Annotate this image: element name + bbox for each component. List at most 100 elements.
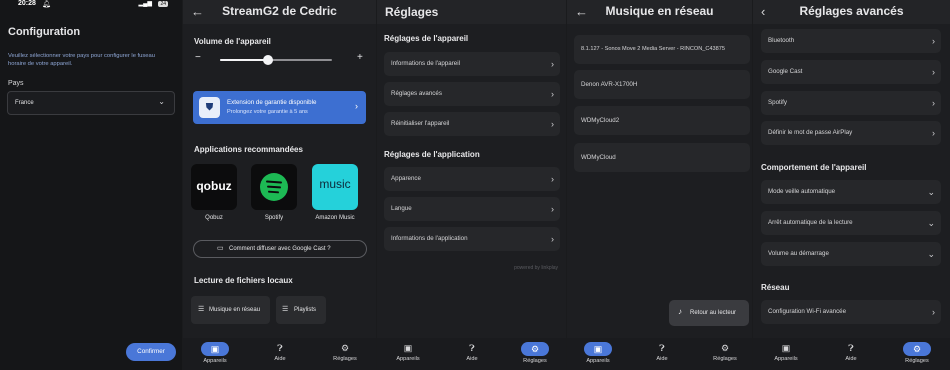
warranty-banner[interactable]: ⛊ Extension de garantie disponible Prolo… <box>193 91 366 124</box>
chevron-right-icon: › <box>355 101 358 111</box>
nav-devices[interactable]: ▣ Appareils <box>195 342 235 364</box>
app-label-qobuz: Qobuz <box>205 215 223 221</box>
advanced-item-airplay-password[interactable]: Définir le mot de passe AirPlay › <box>761 121 941 145</box>
powered-by: powered by linkplay <box>514 265 558 271</box>
chevron-down-icon: ⌄ <box>927 218 935 228</box>
gear-icon: ⚙ <box>521 342 549 356</box>
bottom-nav: ▣ Appareils ❓︎ Aide ⚙ Réglages <box>377 338 566 370</box>
volume-thumb[interactable] <box>263 55 273 65</box>
advanced-item-bluetooth[interactable]: Bluetooth › <box>761 29 941 53</box>
settings-item-language[interactable]: Langue › <box>384 197 560 221</box>
nav-settings[interactable]: ⚙ Réglages <box>325 342 365 362</box>
server-label: Denon AVR-X1700H <box>581 81 638 88</box>
volume-fill <box>220 59 268 61</box>
header: ← StreamG2 de Cedric <box>183 0 376 24</box>
bottom-nav: ▣ Appareils ❓︎ Aide ⚙ Réglages <box>567 338 752 370</box>
settings-item-reset[interactable]: Réinitialiser l'appareil › <box>384 112 560 136</box>
app-tile-spotify[interactable] <box>251 164 297 210</box>
settings-item-appearance[interactable]: Apparence › <box>384 167 560 191</box>
item-label: Définir le mot de passe AirPlay <box>768 129 853 136</box>
nav-help[interactable]: ❓︎ Aide <box>642 342 682 362</box>
app-tile-qobuz[interactable]: qobuz <box>191 164 237 210</box>
device-home-screen: ← StreamG2 de Cedric Volume de l'apparei… <box>183 0 376 370</box>
chevron-right-icon: › <box>932 307 935 317</box>
wifi-icon: ▂▄▆ <box>138 1 152 7</box>
country-description: Veuillez sélectionner votre pays pour co… <box>8 53 155 67</box>
confirm-button[interactable]: Confirmer <box>126 343 176 361</box>
nav-devices[interactable]: ▣ Appareils <box>578 342 618 364</box>
nav-help-label: Aide <box>274 356 286 362</box>
app-tile-amazon-music[interactable]: music <box>312 164 358 210</box>
page-title: Réglages <box>385 5 439 19</box>
local-files-title: Lecture de fichiers locaux <box>194 276 293 285</box>
volume-slider[interactable]: − + <box>195 52 369 66</box>
server-label: 8.1.127 - Sonos Move 2 Media Server - RI… <box>581 46 725 52</box>
back-to-player-label: Retour au lecteur <box>690 310 737 316</box>
app-label-spotify: Spotify <box>264 215 284 221</box>
google-cast-help-button[interactable]: ▭ Comment diffuser avec Google Cast ? <box>193 240 367 258</box>
item-label: Réglages avancés <box>391 90 442 97</box>
help-icon: ❓︎ <box>659 343 665 353</box>
chevron-down-icon: ⌄ <box>927 249 935 259</box>
playlists-button[interactable]: ☰ Playlists <box>276 296 326 324</box>
nav-settings[interactable]: ⚙ Réglages <box>515 342 555 364</box>
warranty-subtitle: Prolongez votre garantie à 5 ans <box>227 109 308 115</box>
settings-item-app-info[interactable]: Informations de l'application › <box>384 227 560 251</box>
advanced-item-spotify[interactable]: Spotify › <box>761 91 941 115</box>
item-label: Bluetooth <box>768 37 795 44</box>
gear-icon: ⚙ <box>720 343 730 353</box>
app-label-amazon-music: Amazon Music <box>315 215 355 221</box>
advanced-item-startup-volume[interactable]: Volume au démarrage ⌄ <box>761 242 941 266</box>
behavior-section-title: Comportement de l'appareil <box>761 163 867 172</box>
chevron-right-icon: › <box>551 174 554 184</box>
bottom-nav: ▣ Appareils ❓︎ Aide ⚙ Réglages <box>183 338 376 370</box>
help-icon: ❓︎ <box>848 343 854 353</box>
help-icon: ❓︎ <box>277 343 283 353</box>
gear-icon: ⚙ <box>903 342 931 356</box>
speaker-icon: ▣ <box>403 343 413 353</box>
network-music-label: Musique en réseau <box>209 307 261 313</box>
plus-icon[interactable]: + <box>357 52 363 63</box>
server-item[interactable]: WDMyCloud2 <box>574 106 750 135</box>
item-label: Arrêt automatique de la lecture <box>768 219 853 226</box>
qobuz-logo: qobuz <box>196 179 232 193</box>
nav-help-label: Aide <box>845 356 857 362</box>
advanced-item-auto-standby[interactable]: Mode veille automatique ⌄ <box>761 180 941 204</box>
chevron-right-icon: › <box>551 204 554 214</box>
nav-help[interactable]: ❓︎ Aide <box>831 342 871 362</box>
advanced-item-google-cast[interactable]: Google Cast › <box>761 60 941 84</box>
nav-settings-label: Réglages <box>713 356 737 362</box>
nav-devices[interactable]: ▣ Appareils <box>388 342 428 362</box>
bell-icon: 🔔︎ <box>42 1 51 8</box>
item-label: Informations de l'application <box>391 235 468 242</box>
item-label: Mode veille automatique <box>768 188 836 195</box>
advanced-item-wifi-config[interactable]: Configuration Wi-Fi avancée › <box>761 300 941 324</box>
item-label: Apparence <box>391 175 421 182</box>
warranty-title: Extension de garantie disponible <box>227 99 317 106</box>
server-item[interactable]: Denon AVR-X1700H <box>574 70 750 99</box>
nav-devices[interactable]: ▣ Appareils <box>766 342 806 362</box>
playlists-label: Playlists <box>294 307 317 313</box>
server-item[interactable]: 8.1.127 - Sonos Move 2 Media Server - RI… <box>574 35 750 64</box>
chevron-right-icon: › <box>551 234 554 244</box>
settings-item-advanced[interactable]: Réglages avancés › <box>384 82 560 106</box>
chevron-right-icon: › <box>932 36 935 46</box>
device-settings-title: Réglages de l'appareil <box>384 34 469 43</box>
back-to-player-button[interactable]: ♪ Retour au lecteur <box>669 300 749 326</box>
nav-settings[interactable]: ⚙ Réglages <box>705 342 745 362</box>
minus-icon[interactable]: − <box>195 52 201 63</box>
nav-help[interactable]: ❓︎ Aide <box>452 342 492 362</box>
item-label: Informations de l'appareil <box>391 60 460 67</box>
country-select[interactable]: France ⌄ <box>7 91 175 115</box>
settings-item-device-info[interactable]: Informations de l'appareil › <box>384 52 560 76</box>
advanced-item-auto-stop[interactable]: Arrêt automatique de la lecture ⌄ <box>761 211 941 235</box>
network-music-button[interactable]: ☰ Musique en réseau <box>191 296 270 324</box>
nav-devices-label: Appareils <box>774 356 798 362</box>
server-item[interactable]: WDMyCloud <box>574 143 750 172</box>
country-value: France <box>15 100 34 106</box>
nav-help[interactable]: ❓︎ Aide <box>260 342 300 362</box>
speaker-icon: ▣ <box>781 343 791 353</box>
nav-settings[interactable]: ⚙ Réglages <box>897 342 937 364</box>
header: ‹ Réglages avancés <box>753 0 950 24</box>
bottom-nav: ▣ Appareils ❓︎ Aide ⚙ Réglages <box>753 338 950 370</box>
